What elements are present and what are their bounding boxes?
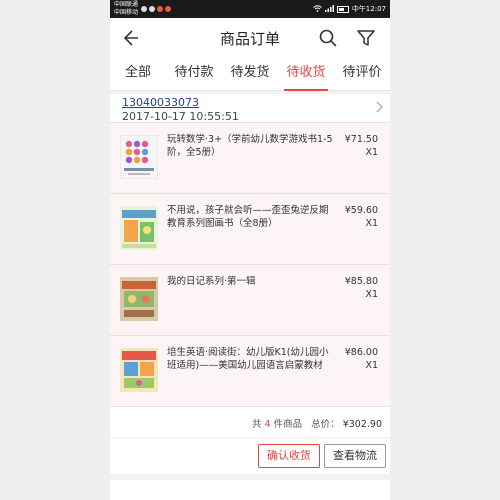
app-icon [165, 6, 172, 12]
phone-screen: 中国联通 中国移动 中午12:07 商品订单 全部 待付款 待发货 待收货 待评… [110, 0, 390, 500]
order-actions: 确认收货 查看物流 [110, 437, 390, 474]
status-left: 中国联通 中国移动 [114, 1, 172, 17]
chevron-right-icon[interactable] [374, 98, 384, 113]
signal-icon [324, 4, 334, 14]
product-name: 玩转数学·3+（学前幼儿数学游戏书1-5阶，全5册） [167, 134, 333, 158]
product-qty: X1 [365, 147, 378, 158]
order-card: 13040033073 2017-10-17 10:55:51 玩转数学·3+（… [110, 94, 390, 474]
app-icon [157, 6, 164, 12]
page-title: 商品订单 [219, 29, 280, 48]
battery-icon [336, 5, 349, 13]
view-logistics-button[interactable]: 查看物流 [324, 444, 386, 468]
next-order-card [110, 480, 390, 500]
item-count: 4 [264, 419, 271, 430]
product-thumbnail [120, 206, 158, 250]
filter-icon[interactable] [356, 28, 376, 48]
order-total: ¥302.90 [342, 419, 382, 430]
product-price: ¥59.60 [344, 205, 378, 216]
order-summary: 共 4 件商品 总价： ¥302.90 [110, 406, 390, 437]
tab-pending-payment[interactable]: 待付款 [166, 58, 222, 90]
clock: 中午12:07 [351, 5, 386, 13]
order-item[interactable]: 培生英语·阅读街：幼儿版K1(幼儿园小班适用)——美国幼儿园语言启蒙教材 ¥86… [110, 335, 390, 406]
carrier-2: 中国移动 [114, 9, 139, 16]
product-price: ¥86.00 [344, 347, 378, 358]
summary-text: 共 4 件商品 总价： ¥302.90 [252, 416, 382, 430]
product-thumbnail [119, 134, 159, 180]
product-thumbnail [120, 348, 158, 392]
product-qty: X1 [365, 289, 378, 300]
product-price-qty: ¥71.50 X1 [345, 133, 378, 159]
message-icon [149, 6, 156, 12]
carrier-1: 中国联通 [114, 1, 139, 8]
product-price: ¥85.80 [344, 276, 378, 287]
product-price: ¥71.50 [344, 134, 378, 145]
product-name: 不用说，孩子就会听——歪歪兔逆反期教育系列图画书（全8册） [167, 205, 329, 229]
carrier-info: 中国联通 中国移动 [114, 1, 138, 17]
product-price-qty: ¥86.00 X1 [345, 346, 378, 372]
tab-pending-review[interactable]: 待评价 [334, 58, 390, 90]
status-bar: 中国联通 中国移动 中午12:07 [110, 0, 390, 18]
product-name: 培生英语·阅读街：幼儿版K1(幼儿园小班适用)——美国幼儿园语言启蒙教材 [167, 347, 329, 371]
tab-pending-receipt[interactable]: 待收货 [278, 58, 334, 91]
status-right: 中午12:07 [312, 4, 386, 14]
wifi-icon [312, 4, 322, 14]
product-name: 我的日记系列·第一辑 [167, 276, 256, 287]
tab-all[interactable]: 全部 [110, 58, 166, 90]
order-header[interactable]: 13040033073 2017-10-17 10:55:51 [110, 94, 390, 123]
notification-icon [141, 6, 148, 12]
confirm-receipt-button[interactable]: 确认收货 [258, 444, 320, 468]
notification-icons [141, 6, 172, 12]
order-item[interactable]: 玩转数学·3+（学前幼儿数学游戏书1-5阶，全5册） ¥71.50 X1 [110, 122, 390, 193]
title-bar: 商品订单 [110, 18, 390, 58]
product-thumbnail [120, 277, 158, 321]
order-item[interactable]: 我的日记系列·第一辑 ¥85.80 X1 [110, 264, 390, 335]
tab-pending-shipment[interactable]: 待发货 [222, 58, 278, 90]
product-qty: X1 [365, 360, 378, 371]
summary-prefix: 共 [251, 419, 262, 430]
order-item[interactable]: 不用说，孩子就会听——歪歪兔逆反期教育系列图画书（全8册） ¥59.60 X1 [110, 193, 390, 264]
product-price-qty: ¥85.80 X1 [345, 275, 378, 301]
search-icon[interactable] [318, 28, 338, 48]
summary-suffix: 件商品 [273, 419, 303, 430]
order-phone-link[interactable]: 13040033073 [122, 96, 199, 109]
product-qty: X1 [365, 218, 378, 229]
total-label: 总价： [311, 419, 340, 430]
order-tabs: 全部 待付款 待发货 待收货 待评价 [110, 58, 390, 91]
product-price-qty: ¥59.60 X1 [345, 204, 378, 230]
